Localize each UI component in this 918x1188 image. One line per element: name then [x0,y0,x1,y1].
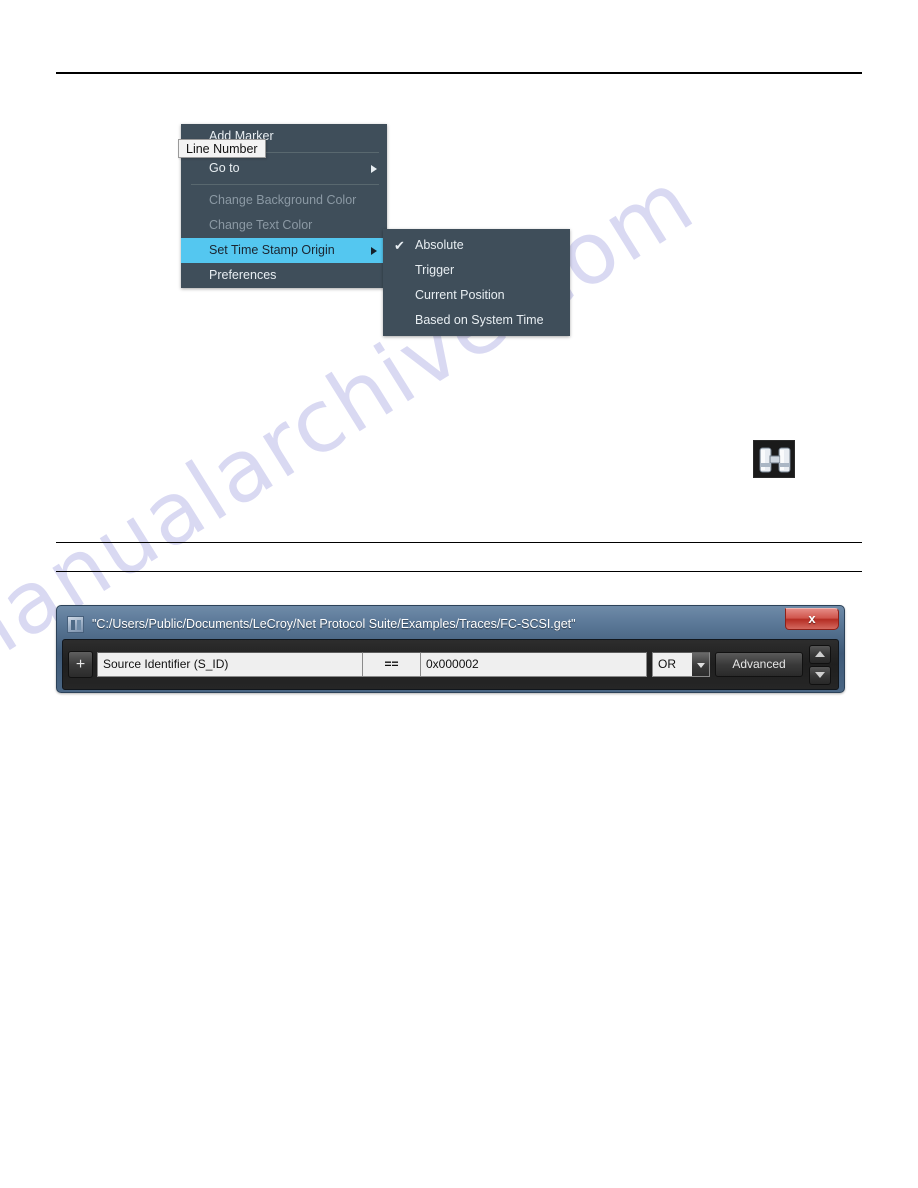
submenu-item-label: Current Position [415,288,505,302]
menu-item-label: Go to [209,161,240,175]
binoculars-glyph [759,447,791,473]
submenu-item-label: Trigger [415,263,455,277]
submenu-set-time-stamp-origin: ✔ Absolute Trigger Current Position Base… [383,229,570,336]
logic-operator-select[interactable]: OR [652,652,710,677]
menu-item-set-time-stamp-origin[interactable]: Set Time Stamp Origin [181,238,387,263]
submenu-item-absolute[interactable]: ✔ Absolute [383,233,570,258]
menu-item-label: Change Background Color [209,193,357,207]
menu-item-label: Change Text Color [209,218,313,232]
menu-item-change-text-color[interactable]: Change Text Color [181,213,387,238]
row-navigation-spinner [809,644,833,685]
application-icon [67,615,84,633]
dialog-title: "C:/Users/Public/Documents/LeCroy/Net Pr… [92,617,576,631]
check-icon: ✔ [394,238,405,253]
add-filter-button[interactable]: + [68,651,93,678]
chevron-up-icon[interactable] [809,644,831,664]
filter-dialog-window: "C:/Users/Public/Documents/LeCroy/Net Pr… [56,605,845,693]
binoculars-icon[interactable] [753,440,795,478]
note-rule-bottom [56,571,862,572]
dialog-title-bar[interactable]: "C:/Users/Public/Documents/LeCroy/Net Pr… [60,608,841,639]
submenu-item-current-position[interactable]: Current Position [383,283,570,308]
menu-item-preferences[interactable]: Preferences [181,263,387,288]
menu-item-go-to[interactable]: Go to [181,156,387,181]
note-rule-top [56,542,862,543]
submenu-item-based-on-system-time[interactable]: Based on System Time [383,308,570,333]
filter-operator-display[interactable]: == [363,652,421,677]
chevron-right-icon [371,246,377,255]
chevron-down-icon[interactable] [692,653,709,676]
submenu-item-label: Based on System Time [415,313,544,327]
tooltip-line-number: Line Number [178,139,266,158]
filter-value-input[interactable]: 0x000002 [421,652,647,677]
chevron-down-icon[interactable] [809,665,831,685]
header-rule [56,72,862,74]
advanced-button[interactable]: Advanced [715,652,803,677]
watermark-text: manualarchive.com [0,151,712,705]
chevron-right-icon [371,164,377,173]
filter-row-area: + Source Identifier (S_ID) == 0x000002 O… [62,639,839,690]
menu-item-label: Set Time Stamp Origin [209,243,335,257]
page-canvas: manualarchive.com Add Marker Go to Chang… [0,0,918,1188]
submenu-item-label: Absolute [415,238,464,252]
menu-separator-2 [191,184,379,185]
filter-field-name-input[interactable]: Source Identifier (S_ID) [97,652,363,677]
submenu-item-trigger[interactable]: Trigger [383,258,570,283]
menu-item-change-background-color[interactable]: Change Background Color [181,188,387,213]
menu-item-label: Preferences [209,268,277,282]
close-icon[interactable]: x [785,608,839,630]
logic-operator-value: OR [658,657,676,671]
